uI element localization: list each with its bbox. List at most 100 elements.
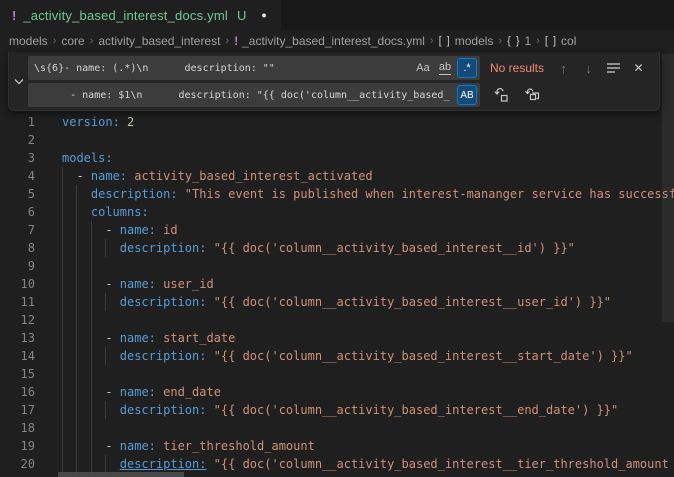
indent-guide [105,239,119,257]
indent-guide [62,437,76,455]
code-line[interactable]: 15 [0,365,674,383]
line-number: 1 [0,113,35,131]
find-replace-widget: Aa ab .* No results ↑ ↓ ✕ [8,52,660,111]
code-line[interactable]: 17description: "{{ doc('column__activity… [0,401,674,419]
find-input[interactable] [34,63,412,74]
indent-guide [62,203,76,221]
indent-guide [76,275,90,293]
code-lines: 1version: 223 models: 4 - name: activity_ba… [0,113,674,473]
indent-guide [62,365,76,383]
unsaved-changes-dot-icon[interactable]: ● [261,10,266,20]
indent-guide [91,401,105,419]
replace-button[interactable] [490,85,511,106]
code-line[interactable]: 14description: "{{ doc('column__activity… [0,347,674,365]
yaml-file-icon: ! [12,8,16,23]
replace-input[interactable] [34,90,450,101]
code-text: - name: activity_based_interest_activate… [62,167,373,185]
replace-row: AB [28,83,651,107]
chevron-down-icon [14,78,24,85]
find-in-selection-icon [607,62,621,74]
code-text: - name: id [62,221,178,239]
indent-guide [91,221,105,239]
line-number: 12 [0,311,35,329]
code-line[interactable]: 9 [0,257,674,275]
code-line[interactable]: 20description: "{{ doc('column__activity… [0,455,674,473]
code-line[interactable]: 11description: "{{ doc('column__activity… [0,293,674,311]
regex-toggle[interactable]: .* [457,58,477,78]
code-text: - name: tier_threshold_amount [62,437,315,455]
indent-guide [62,221,76,239]
code-line[interactable]: 6columns: [0,203,674,221]
code-line[interactable]: 2 [0,131,674,149]
toggle-replace-button[interactable] [9,52,28,110]
code-line[interactable]: 16- name: end_date [0,383,674,401]
symbol-object-icon: { } [507,35,520,47]
find-results-count: No results [490,61,544,75]
code-line[interactable]: 10- name: user_id [0,275,674,293]
find-in-selection-button[interactable] [603,58,624,79]
indent-guide [76,329,90,347]
code-line[interactable]: 3 models: [0,149,674,167]
previous-match-button[interactable]: ↑ [553,58,574,79]
indent-guide [76,347,90,365]
code-text: columns: [62,203,149,221]
code-line[interactable]: 12 [0,311,674,329]
indent-guide [62,383,76,401]
code-line[interactable]: 4 - name: activity_based_interest_activat… [0,167,674,185]
indent-guide [62,329,76,347]
code-editor[interactable]: 1version: 223 models: 4 - name: activity_ba… [0,52,674,477]
code-line[interactable]: 5description: "This event is published w… [0,185,674,203]
whole-word-label: ab [439,62,451,75]
code-line[interactable]: 18 [0,419,674,437]
close-find-widget-button[interactable]: ✕ [628,58,649,79]
match-case-toggle[interactable]: Aa [413,58,433,78]
code-line[interactable]: 13- name: start_date [0,329,674,347]
code-text [62,257,105,275]
breadcrumb-item[interactable]: core [61,34,84,48]
preserve-case-toggle[interactable]: AB [457,85,477,105]
find-input-box: Aa ab .* [28,56,480,80]
indent-guide [62,257,76,275]
line-number: 2 [0,131,35,149]
vertical-scrollbar-thumb[interactable] [662,54,674,322]
breadcrumb-label: models [455,34,494,48]
breadcrumb-item[interactable]: [ ]col [545,34,577,48]
code-line[interactable]: 1version: 2 [0,113,674,131]
indent-guide [76,401,90,419]
find-row: Aa ab .* No results ↑ ↓ ✕ [28,56,651,80]
code-text: models: [62,149,113,167]
line-number: 3 [0,149,35,167]
indent-guide [105,293,119,311]
indent-guide [91,329,105,347]
indent-guide [91,383,105,401]
breadcrumb-item[interactable]: !_activity_based_interest_docs.yml [234,34,425,48]
indent-guide [62,167,76,185]
indent-guide [62,455,76,473]
breadcrumb-item[interactable]: models [9,34,48,48]
line-number: 8 [0,239,35,257]
line-number: 20 [0,455,35,473]
code-line[interactable]: 7- name: id [0,221,674,239]
indent-guide [91,365,105,383]
breadcrumb-item[interactable]: activity_based_interest [98,34,220,48]
breadcrumb: models›core›activity_based_interest›!_ac… [0,30,674,52]
replace-all-button[interactable] [521,85,542,106]
tab-activity-based-interest-docs[interactable]: ! _activity_based_interest_docs.yml U ● [0,0,281,30]
replace-input-box: AB [28,83,480,107]
line-number: 4 [0,167,35,185]
indent-guide [91,455,105,473]
whole-word-toggle[interactable]: ab [435,58,455,78]
breadcrumb-separator: › [90,35,94,47]
indent-guide [62,311,76,329]
indent-guide [76,455,90,473]
next-match-button[interactable]: ↓ [578,58,599,79]
code-text: - name: end_date [62,383,221,401]
symbol-array-icon: [ ] [545,35,557,47]
breadcrumb-item[interactable]: [ ]models [439,34,494,48]
horizontal-scrollbar-thumb[interactable] [58,472,184,477]
breadcrumb-item[interactable]: { }1 [507,34,531,48]
tab-filename: _activity_based_interest_docs.yml [23,8,228,23]
code-line[interactable]: 19- name: tier_threshold_amount [0,437,674,455]
indent-guide [76,437,90,455]
code-line[interactable]: 8description: "{{ doc('column__activity_… [0,239,674,257]
